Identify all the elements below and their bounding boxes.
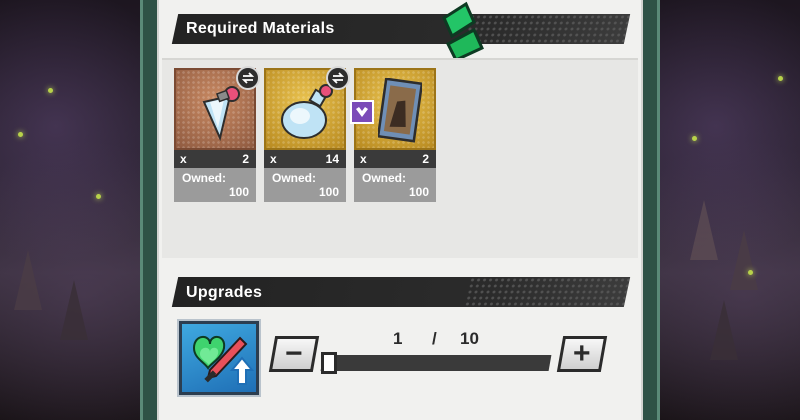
attack-up-skill-icon (192, 336, 255, 385)
rank-badge-icon (350, 100, 374, 124)
right-background-art (660, 0, 800, 420)
material-card[interactable]: x 14 Owned: 100 (264, 66, 350, 202)
owned-value: 100 (228, 185, 249, 199)
owned-box: Owned: 100 (174, 168, 256, 202)
potion-shard-icon (202, 86, 240, 142)
quantity-bar: x 14 (264, 150, 346, 168)
quantity-prefix: x (270, 152, 277, 166)
upgrade-slider-track[interactable] (320, 355, 552, 371)
left-background-art (0, 0, 140, 420)
skill-icon-frame (177, 319, 261, 397)
upgrade-separator: / (432, 329, 437, 348)
increase-button[interactable]: + (556, 336, 608, 372)
quantity-value: 2 (242, 152, 249, 166)
quantity-value: 14 (325, 152, 339, 166)
quantity-prefix: x (360, 152, 367, 166)
quantity-value: 2 (422, 152, 429, 166)
upgrade-current-value: 1 (393, 329, 403, 348)
owned-label: Owned: (272, 171, 316, 185)
potion-flask-icon (281, 84, 333, 139)
quantity-prefix: x (180, 152, 187, 166)
decrease-button[interactable]: − (268, 336, 320, 372)
upgrades-section-title: Upgrades (186, 284, 263, 301)
material-card[interactable]: x 2 Owned: 100 (174, 66, 260, 202)
plus-icon: + (573, 337, 591, 370)
owned-box: Owned: 100 (354, 168, 436, 202)
material-card[interactable]: x 2 Owned: 100 (350, 68, 436, 202)
material-thumbnail (350, 68, 436, 150)
owned-box: Owned: 100 (264, 168, 346, 202)
quantity-bar: x 2 (354, 150, 436, 168)
material-thumbnail (264, 66, 350, 150)
upgrade-slider-handle[interactable] (321, 352, 337, 374)
owned-label: Owned: (182, 171, 226, 185)
materials-section-title: Required Materials (186, 20, 335, 37)
quantity-bar: x 2 (174, 150, 256, 168)
owned-value: 100 (408, 185, 429, 199)
exchange-icon[interactable] (236, 66, 260, 90)
owned-label: Owned: (362, 171, 406, 185)
minus-icon: − (285, 337, 303, 370)
upgrade-max-value: 10 (460, 329, 479, 348)
material-thumbnail (174, 66, 260, 150)
exchange-icon[interactable] (326, 66, 350, 90)
owned-value: 100 (318, 185, 339, 199)
character-card-icon (378, 78, 422, 143)
